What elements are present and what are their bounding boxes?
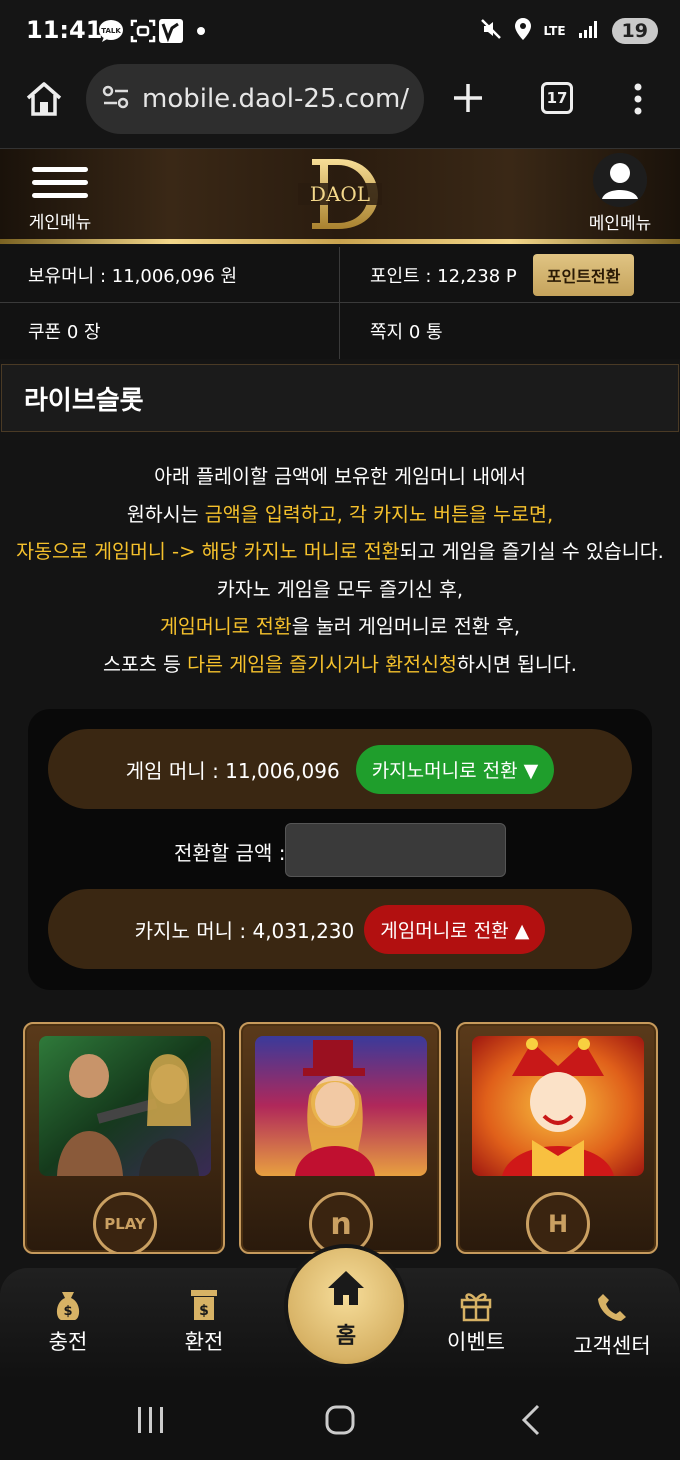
instruction-line: 아래 플레이할 금액에 보유한 게임머니 내에서 xyxy=(154,465,526,488)
mute-icon xyxy=(480,18,502,44)
system-home-icon[interactable] xyxy=(324,1400,356,1440)
home-icon[interactable] xyxy=(24,80,64,122)
nav-withdraw[interactable]: $ 환전 xyxy=(144,1282,264,1356)
convert-points-button[interactable]: 포인트전환 xyxy=(532,253,635,296)
daol-logo[interactable]: DAOL xyxy=(290,153,390,233)
hamburger-icon xyxy=(22,155,98,198)
talk-notification-icon: TALK xyxy=(98,18,124,44)
svg-text:$: $ xyxy=(199,1303,209,1319)
url-text: mobile.daol-25.com/ xyxy=(142,84,410,114)
main-menu-button[interactable]: 메인메뉴 xyxy=(580,153,660,234)
nav-deposit-label: 충전 xyxy=(48,1330,88,1354)
gift-icon xyxy=(416,1282,536,1322)
play-badge-icon: PLAY xyxy=(93,1192,157,1252)
svg-text:DAOL: DAOL xyxy=(310,182,370,206)
user-avatar-icon xyxy=(593,153,647,207)
casino-money-row: 카지노 머니 : 4,031,230 게임머니로 전환 ▲ xyxy=(48,889,632,969)
nav-home-label: 홈 xyxy=(335,1324,357,1349)
status-right: LTE 19 xyxy=(480,16,658,46)
battery-level: 19 xyxy=(611,18,658,44)
nav-deposit[interactable]: $ 충전 xyxy=(8,1282,128,1356)
game-menu-button[interactable]: 게인메뉴 xyxy=(22,155,98,233)
convert-to-casino-button[interactable]: 카지노머니로 전환 ▼ xyxy=(355,744,555,794)
account-info: 보유머니 : 11,006,096 원 포인트 : 12,238 P 포인트전환… xyxy=(0,245,680,359)
signal-icon xyxy=(578,19,600,43)
tab-switcher-button[interactable]: 17 xyxy=(541,82,573,114)
h-logo-badge-icon: H xyxy=(526,1192,590,1252)
game-thumbnail xyxy=(39,1036,211,1176)
cash-icon: $ xyxy=(144,1282,264,1322)
money-converter: 게임 머니 : 11,006,096 카지노머니로 전환 ▼ 전환할 금액 : … xyxy=(28,709,652,990)
system-nav-bar xyxy=(0,1380,680,1460)
phone-icon xyxy=(552,1282,672,1322)
instruction-line: 원하시는 금액을 입력하고, 각 카지노 버튼을 누로면, xyxy=(126,502,554,526)
message-count[interactable]: 쪽지 0 통 xyxy=(340,303,680,359)
scan-notification-icon xyxy=(130,18,156,44)
money-balance: 보유머니 : 11,006,096 원 xyxy=(0,247,340,303)
game-thumbnail xyxy=(472,1036,644,1176)
convert-to-game-button[interactable]: 게임머니로 전환 ▲ xyxy=(364,904,546,954)
site-header: 게인메뉴 DAOL 메인메뉴 xyxy=(0,148,680,244)
address-bar[interactable]: mobile.daol-25.com/ xyxy=(86,64,424,134)
svg-text:TALK: TALK xyxy=(101,27,121,35)
instruction-line: 자동으로 게임머니 -> 해당 카지노 머니로 전환되고 게임을 즐기실 수 있… xyxy=(16,540,664,563)
nav-support-label: 고객센터 xyxy=(573,1334,651,1358)
new-tab-icon[interactable] xyxy=(452,82,484,118)
nav-withdraw-label: 환전 xyxy=(184,1330,224,1354)
nav-home-button[interactable]: 홈 xyxy=(288,1248,404,1364)
house-icon xyxy=(326,1268,366,1312)
back-icon[interactable] xyxy=(518,1400,544,1440)
app-notification-icon xyxy=(158,18,184,44)
dot-notification-icon xyxy=(196,18,206,44)
status-bar: 11:41 TALK LTE 19 xyxy=(0,0,680,62)
game-money-value: 게임 머니 : 11,006,096 xyxy=(125,758,340,783)
instruction-line: 카자노 게임을 모두 즐기신 후, xyxy=(216,577,464,601)
game-money-row: 게임 머니 : 11,006,096 카지노머니로 전환 ▼ xyxy=(48,729,632,809)
nav-event-label: 이벤트 xyxy=(447,1330,505,1354)
instructions: 아래 플레이할 금액에 보유한 게임머니 내에서 원하시는 금액을 입력하고, … xyxy=(0,458,680,683)
status-time: 11:41 xyxy=(26,16,103,44)
amount-label: 전환할 금액 : xyxy=(174,841,286,865)
game-menu-label: 게인메뉴 xyxy=(28,213,92,233)
money-bag-icon: $ xyxy=(8,1282,128,1322)
location-icon xyxy=(514,17,532,45)
nav-support[interactable]: 고객센터 xyxy=(552,1282,672,1360)
casino-money-value: 카지노 머니 : 4,031,230 xyxy=(134,918,355,943)
nav-event[interactable]: 이벤트 xyxy=(416,1282,536,1356)
svg-text:$: $ xyxy=(63,1304,72,1319)
page-title: 라이브슬롯 xyxy=(1,364,679,432)
amount-row: 전환할 금액 : xyxy=(28,823,652,877)
instruction-line: 게임머니로 전환을 눌러 게임머니로 전환 후, xyxy=(159,615,521,638)
browser-toolbar: mobile.daol-25.com/ 17 xyxy=(0,62,680,148)
coupon-count[interactable]: 쿠폰 0 장 xyxy=(0,303,340,359)
network-label: LTE xyxy=(543,24,566,38)
main-menu-label: 메인메뉴 xyxy=(588,214,652,234)
game-card-1[interactable]: PLAY xyxy=(23,1022,225,1254)
instruction-line: 스포츠 등 다른 게임을 즐기시거나 환전신청하시면 됩니다. xyxy=(103,652,577,676)
game-card-3[interactable]: H xyxy=(456,1022,658,1254)
game-thumbnail xyxy=(255,1036,427,1176)
site-settings-icon[interactable] xyxy=(102,84,130,114)
app-root: 11:41 TALK LTE 19 mobile.daol-25.com/ 17… xyxy=(0,0,680,1460)
game-card-2[interactable]: n xyxy=(239,1022,441,1254)
recent-apps-icon[interactable] xyxy=(134,1400,168,1440)
amount-input[interactable] xyxy=(285,823,506,877)
more-menu-icon[interactable] xyxy=(632,82,644,120)
points-balance: 포인트 : 12,238 P xyxy=(370,265,517,287)
points-cell: 포인트 : 12,238 P 포인트전환 xyxy=(340,247,680,303)
n-logo-badge-icon: n xyxy=(309,1192,373,1252)
